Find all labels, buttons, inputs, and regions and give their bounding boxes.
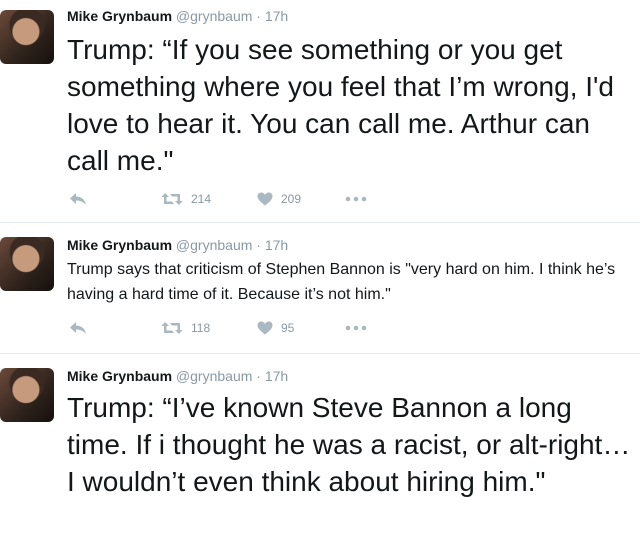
tweet-2: Mike Grynbaum @grynbaum · 17h Trump says… bbox=[0, 223, 640, 352]
separator: · bbox=[256, 368, 261, 384]
retweet-icon bbox=[161, 322, 183, 334]
avatar[interactable] bbox=[0, 368, 54, 422]
heart-icon bbox=[257, 192, 273, 206]
like-button[interactable]: 209 bbox=[257, 192, 301, 206]
retweet-count: 214 bbox=[191, 192, 212, 206]
like-count: 209 bbox=[281, 192, 302, 206]
avatar[interactable] bbox=[0, 10, 54, 64]
tweet-header: Mike Grynbaum @grynbaum · 17h bbox=[67, 368, 288, 384]
author-handle[interactable]: @grynbaum bbox=[176, 237, 252, 253]
author-name[interactable]: Mike Grynbaum bbox=[67, 8, 172, 24]
reply-icon bbox=[70, 322, 86, 334]
author-name[interactable]: Mike Grynbaum bbox=[67, 368, 172, 384]
author-name[interactable]: Mike Grynbaum bbox=[67, 237, 172, 253]
author-handle[interactable]: @grynbaum bbox=[176, 368, 252, 384]
tweet-3: Mike Grynbaum @grynbaum · 17h Trump: “I’… bbox=[0, 354, 640, 540]
retweet-button[interactable]: 118 bbox=[161, 321, 210, 335]
more-icon bbox=[345, 325, 367, 331]
tweet-text: Trump: “If you see something or you get … bbox=[67, 34, 614, 176]
retweet-count: 118 bbox=[191, 321, 211, 335]
avatar[interactable] bbox=[0, 237, 54, 291]
retweet-icon bbox=[161, 193, 183, 205]
timestamp[interactable]: 17h bbox=[265, 368, 288, 384]
reply-icon bbox=[70, 193, 86, 205]
tweet-text: Trump says that criticism of Stephen Ban… bbox=[67, 261, 616, 303]
tweet-actions: 118 95 bbox=[67, 321, 627, 341]
more-button[interactable] bbox=[345, 192, 367, 206]
separator: · bbox=[256, 237, 261, 253]
tweet-header: Mike Grynbaum @grynbaum · 17h bbox=[67, 8, 288, 24]
tweet-actions: 214 209 bbox=[67, 192, 627, 212]
separator: · bbox=[256, 8, 261, 24]
tweet-1: Mike Grynbaum @grynbaum · 17h Trump: “If… bbox=[0, 0, 640, 222]
reply-button[interactable] bbox=[69, 321, 87, 335]
author-handle[interactable]: @grynbaum bbox=[176, 8, 252, 24]
timestamp[interactable]: 17h bbox=[265, 8, 288, 24]
more-button[interactable] bbox=[345, 321, 367, 335]
retweet-button[interactable]: 214 bbox=[161, 192, 211, 206]
tweet-header: Mike Grynbaum @grynbaum · 17h bbox=[67, 237, 288, 253]
reply-button[interactable] bbox=[69, 192, 87, 206]
like-count: 95 bbox=[281, 321, 295, 335]
timestamp[interactable]: 17h bbox=[265, 237, 288, 253]
more-icon bbox=[345, 196, 367, 202]
like-button[interactable]: 95 bbox=[257, 321, 294, 335]
tweet-text: Trump: “I’ve known Steve Bannon a long t… bbox=[67, 392, 631, 497]
heart-icon bbox=[257, 321, 273, 335]
